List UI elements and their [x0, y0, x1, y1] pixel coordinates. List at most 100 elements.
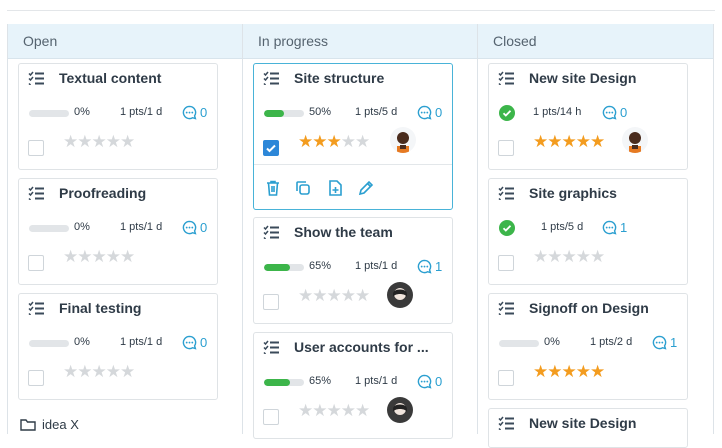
star-icon[interactable]: ★: [562, 132, 577, 151]
star-icon[interactable]: ★: [77, 247, 92, 266]
star-icon[interactable]: ★: [547, 362, 562, 381]
rating-stars[interactable]: ★★★★★: [298, 401, 370, 420]
select-checkbox[interactable]: [498, 370, 514, 386]
comments-link[interactable]: 0: [417, 105, 442, 120]
star-icon[interactable]: ★: [562, 247, 577, 266]
star-icon[interactable]: ★: [120, 362, 135, 381]
check-circle-icon: [499, 220, 515, 236]
star-icon[interactable]: ★: [533, 362, 548, 381]
task-card[interactable]: Textual content 0% 1 pts/1 d 0 ★★★★★: [18, 63, 218, 170]
star-icon[interactable]: ★: [355, 286, 370, 305]
edit-icon[interactable]: [357, 179, 375, 197]
select-checkbox[interactable]: [498, 140, 514, 156]
points-estimate: 1 pts/1 d: [355, 375, 398, 387]
star-icon[interactable]: ★: [327, 401, 342, 420]
star-icon[interactable]: ★: [590, 362, 605, 381]
comments-link[interactable]: 1: [652, 335, 677, 350]
star-icon[interactable]: ★: [92, 247, 107, 266]
progress-bar: [264, 379, 304, 386]
comments-link[interactable]: 0: [182, 105, 207, 120]
star-icon[interactable]: ★: [312, 401, 327, 420]
rating-stars[interactable]: ★★★★★: [63, 362, 135, 381]
star-icon[interactable]: ★: [341, 132, 356, 151]
rating-stars[interactable]: ★★★★★: [533, 362, 605, 381]
trash-icon[interactable]: [264, 179, 282, 197]
add-subtask-icon[interactable]: [326, 179, 344, 197]
progress-percent: 0%: [544, 336, 560, 348]
rating-stars[interactable]: ★★★★★: [63, 247, 135, 266]
select-checkbox-checked[interactable]: [263, 140, 279, 156]
star-icon[interactable]: ★: [106, 362, 121, 381]
star-icon[interactable]: ★: [576, 247, 591, 266]
star-icon[interactable]: ★: [576, 362, 591, 381]
star-icon[interactable]: ★: [120, 132, 135, 151]
star-icon[interactable]: ★: [63, 362, 78, 381]
star-icon[interactable]: ★: [77, 362, 92, 381]
task-card[interactable]: Site graphics 1 pts/5 d 1 ★★★★★: [488, 178, 688, 285]
star-icon[interactable]: ★: [533, 132, 548, 151]
kanban-board: Open Textual content 0% 1 pts/1 d 0 ★★★★…: [7, 24, 714, 448]
star-icon[interactable]: ★: [312, 132, 327, 151]
comments-link[interactable]: 1: [417, 259, 442, 274]
folder-item[interactable]: idea X: [20, 417, 79, 432]
rating-stars[interactable]: ★★★★★: [533, 132, 605, 151]
star-icon[interactable]: ★: [92, 132, 107, 151]
task-card[interactable]: Signoff on Design 0% 1 pts/2 d 1 ★★★★★: [488, 293, 688, 400]
star-icon[interactable]: ★: [327, 132, 342, 151]
star-icon[interactable]: ★: [106, 247, 121, 266]
star-icon[interactable]: ★: [298, 132, 313, 151]
comments-link[interactable]: 0: [182, 335, 207, 350]
star-icon[interactable]: ★: [312, 286, 327, 305]
select-checkbox[interactable]: [28, 140, 44, 156]
progress-percent: 0%: [74, 221, 90, 233]
star-icon[interactable]: ★: [355, 401, 370, 420]
star-icon[interactable]: ★: [341, 286, 356, 305]
select-checkbox[interactable]: [263, 294, 279, 310]
rating-stars[interactable]: ★★★★★: [63, 132, 135, 151]
comments-link[interactable]: 0: [182, 220, 207, 235]
select-checkbox[interactable]: [28, 255, 44, 271]
select-checkbox[interactable]: [498, 255, 514, 271]
card-title: New site Design: [529, 70, 637, 86]
comment-count: 0: [200, 335, 208, 350]
task-card-selected[interactable]: Site structure 50% 1 pts/5 d 0 ★★★★★: [253, 63, 453, 210]
star-icon[interactable]: ★: [547, 132, 562, 151]
star-icon[interactable]: ★: [92, 362, 107, 381]
star-icon[interactable]: ★: [77, 132, 92, 151]
task-list-icon: [28, 71, 44, 85]
star-icon[interactable]: ★: [533, 247, 548, 266]
rating-stars[interactable]: ★★★★★: [298, 132, 370, 151]
task-card[interactable]: New site Design: [488, 408, 688, 448]
task-card[interactable]: Proofreading 0% 1 pts/1 d 0 ★★★★★: [18, 178, 218, 285]
rating-stars[interactable]: ★★★★★: [298, 286, 370, 305]
star-icon[interactable]: ★: [63, 132, 78, 151]
star-icon[interactable]: ★: [590, 247, 605, 266]
star-icon[interactable]: ★: [120, 247, 135, 266]
star-icon[interactable]: ★: [562, 362, 577, 381]
comment-icon: [652, 335, 667, 350]
comment-count: 0: [435, 374, 443, 389]
star-icon[interactable]: ★: [63, 247, 78, 266]
copy-icon[interactable]: [294, 179, 312, 197]
task-card[interactable]: New site Design 1 pts/14 h 0 ★★★★★: [488, 63, 688, 170]
comments-link[interactable]: 1: [602, 220, 627, 235]
select-checkbox[interactable]: [263, 409, 279, 425]
comments-link[interactable]: 0: [417, 374, 442, 389]
task-card[interactable]: Final testing 0% 1 pts/1 d 0 ★★★★★: [18, 293, 218, 400]
task-list-icon: [263, 71, 279, 85]
star-icon[interactable]: ★: [298, 286, 313, 305]
star-icon[interactable]: ★: [298, 401, 313, 420]
star-icon[interactable]: ★: [547, 247, 562, 266]
star-icon[interactable]: ★: [355, 132, 370, 151]
star-icon[interactable]: ★: [576, 132, 591, 151]
card-title: Site graphics: [529, 185, 617, 201]
rating-stars[interactable]: ★★★★★: [533, 247, 605, 266]
star-icon[interactable]: ★: [106, 132, 121, 151]
comments-link[interactable]: 0: [602, 105, 627, 120]
star-icon[interactable]: ★: [341, 401, 356, 420]
select-checkbox[interactable]: [28, 370, 44, 386]
task-card[interactable]: User accounts for ... 65% 1 pts/1 d 0 ★★…: [253, 332, 453, 439]
star-icon[interactable]: ★: [327, 286, 342, 305]
star-icon[interactable]: ★: [590, 132, 605, 151]
task-card[interactable]: Show the team 65% 1 pts/1 d 1 ★★★★★: [253, 217, 453, 324]
